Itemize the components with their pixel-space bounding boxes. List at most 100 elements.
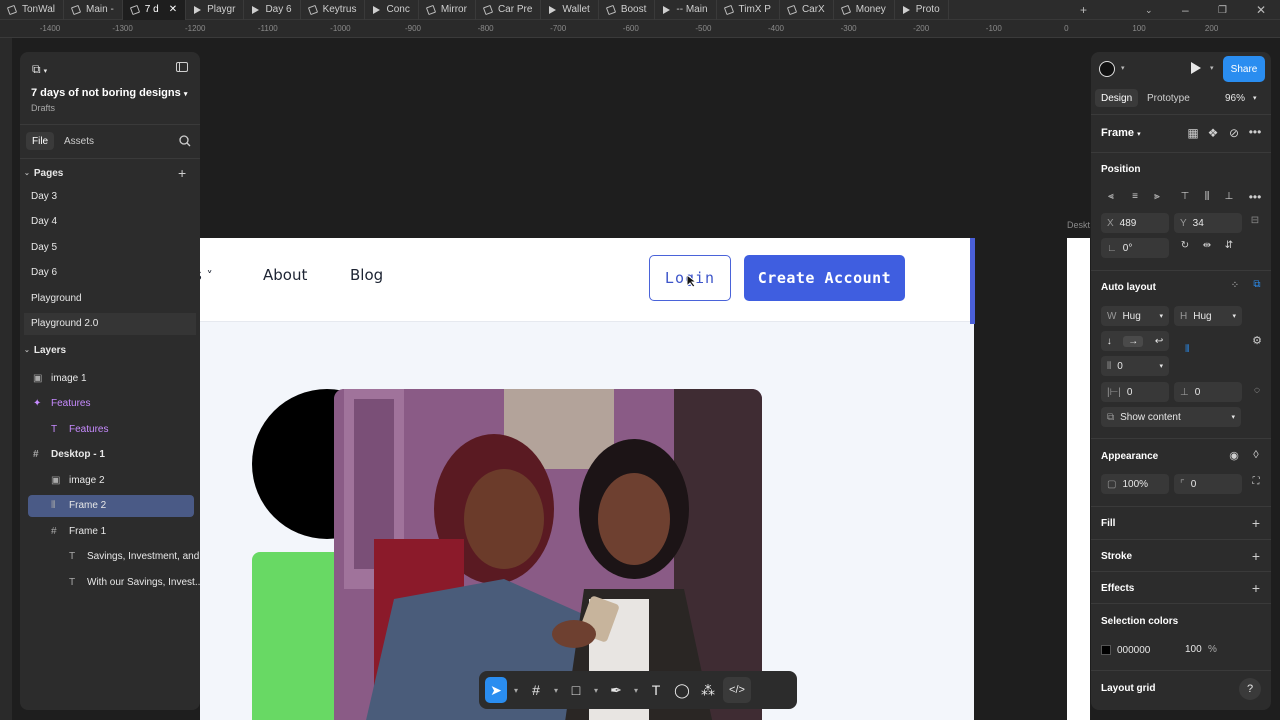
page-item[interactable]: Playground 2.0 — [24, 312, 196, 335]
opacity-field[interactable]: ▢ 100% — [1101, 474, 1169, 494]
help-button[interactable]: ? — [1239, 678, 1261, 700]
resources-tool-button[interactable]: ⁂ — [697, 677, 719, 703]
chevron-down-icon[interactable]: ▾ — [1210, 64, 1214, 72]
browser-tab[interactable]: -- Main — [655, 0, 717, 20]
align-left-icon[interactable]: ⫷ — [1103, 191, 1119, 202]
add-fill-icon[interactable]: + — [1248, 515, 1264, 531]
share-button[interactable]: Share — [1223, 56, 1265, 82]
page-item[interactable]: Playground — [20, 287, 200, 309]
present-play-icon[interactable] — [1191, 62, 1201, 74]
browser-tab[interactable]: Money — [834, 0, 895, 20]
more-icon[interactable]: ••• — [1247, 125, 1263, 139]
avatar[interactable] — [1099, 61, 1115, 77]
component-icon[interactable]: ❖ — [1205, 126, 1221, 140]
page-item[interactable]: Day 6 — [20, 262, 200, 284]
add-stroke-icon[interactable]: + — [1248, 548, 1264, 564]
eye-icon[interactable]: ◉ — [1226, 449, 1242, 462]
page-item[interactable]: Day 5 — [20, 236, 200, 258]
arrow-down-icon[interactable]: ↓ — [1107, 336, 1112, 347]
chevron-down-icon[interactable]: ▾ — [591, 677, 601, 703]
browser-tab[interactable]: TimX P — [717, 0, 780, 20]
browser-tab[interactable]: Keytrus — [301, 0, 366, 20]
padding-vertical-field[interactable]: ⊥ 0 — [1174, 382, 1242, 402]
chevron-down-icon[interactable]: ⌄ — [1145, 0, 1153, 20]
link-icon[interactable]: ⊘ — [1226, 126, 1242, 140]
dev-mode-button[interactable]: </> — [723, 677, 751, 703]
layer-item[interactable]: # Frame 1 — [20, 520, 200, 542]
align-top-icon[interactable]: ⊤ — [1177, 191, 1193, 202]
layer-item[interactable]: ⦀ Frame 2 — [28, 494, 194, 517]
add-effect-icon[interactable]: + — [1248, 580, 1264, 596]
main-menu-button[interactable]: ⧉ ▾ — [32, 62, 47, 77]
flip-vertical-icon[interactable]: ⇵ — [1221, 240, 1237, 251]
rotate-icon[interactable]: ↻ — [1177, 240, 1193, 251]
layer-item[interactable]: ▣ image 1 — [20, 367, 200, 389]
blend-mode-icon[interactable]: ◊ — [1248, 449, 1264, 461]
grid-icon[interactable]: ▦ — [1185, 126, 1201, 140]
padding-horizontal-field[interactable]: |⊢| 0 — [1101, 382, 1169, 402]
advanced-layout-icon[interactable]: ⚙ — [1249, 334, 1265, 347]
layer-item[interactable]: T Features — [20, 418, 200, 440]
arrow-right-icon[interactable]: → — [1123, 335, 1144, 347]
align-center-h-icon[interactable]: ≡ — [1127, 191, 1143, 202]
browser-tab[interactable]: Mirror — [419, 0, 476, 20]
constraints-icon[interactable]: ⊟ — [1247, 215, 1263, 226]
close-window-icon[interactable]: ✕ — [1256, 0, 1266, 20]
direction-segmented[interactable]: ↓ → ↩ — [1101, 331, 1169, 351]
chevron-down-icon[interactable]: ▾ — [631, 677, 641, 703]
browser-tab[interactable]: 7 d ✕ — [122, 0, 187, 20]
layer-item[interactable]: # Desktop - 1 — [20, 444, 200, 466]
more-icon[interactable]: ••• — [1247, 190, 1263, 204]
close-tab-icon[interactable]: ✕ — [169, 4, 177, 15]
layer-item[interactable]: T With our Savings, Invest... — [20, 571, 200, 593]
autolayout-toggle-icon[interactable]: ⧉ — [1249, 279, 1265, 290]
toggle-sidebar-icon[interactable] — [176, 62, 188, 72]
selection-color-row[interactable]: 000000 — [1101, 640, 1221, 660]
create-account-button[interactable]: Create Account — [744, 255, 905, 301]
layers-section-header[interactable]: ⌄ Layers — [20, 339, 200, 361]
tab-prototype[interactable]: Prototype — [1147, 89, 1190, 107]
align-right-icon[interactable]: ⫸ — [1149, 191, 1165, 202]
individual-padding-icon[interactable]: ◌ — [1249, 385, 1265, 396]
desktop-frame[interactable]: s ˅ About Blog Login Create Account — [194, 238, 975, 720]
chevron-down-icon[interactable]: ▾ — [511, 677, 521, 703]
height-field[interactable]: H Hug ▾ — [1174, 306, 1242, 326]
frame-tool-button[interactable]: # — [525, 677, 547, 703]
page-item[interactable]: Day 4 — [20, 211, 200, 233]
browser-tab[interactable]: Proto — [895, 0, 949, 20]
width-field[interactable]: W Hug ▾ — [1101, 306, 1169, 326]
color-swatch[interactable] — [1101, 645, 1111, 655]
pen-tool-button[interactable]: ✒ — [605, 677, 627, 703]
shape-tool-button[interactable]: □ — [565, 677, 587, 703]
nav-about[interactable]: About — [263, 266, 307, 284]
show-content-dropdown[interactable]: ⧉ Show content ▾ — [1101, 407, 1241, 427]
browser-tab[interactable]: CarX — [780, 0, 834, 20]
layer-item[interactable]: ✦ Features — [20, 393, 200, 415]
file-title[interactable]: 7 days of not boring designs ▾ — [31, 87, 187, 99]
layer-item[interactable]: ▣ image 2 — [20, 469, 200, 491]
tab-design[interactable]: Design — [1095, 89, 1139, 107]
alignment-grid[interactable]: ⦀ — [1183, 338, 1233, 378]
pages-section-header[interactable]: ⌄ Pages — [20, 162, 200, 184]
browser-tab[interactable]: Main - — [64, 0, 123, 20]
search-icon[interactable] — [179, 135, 191, 147]
y-field[interactable]: Y 34 — [1174, 213, 1242, 233]
flip-horizontal-icon[interactable]: ⇹ — [1199, 240, 1215, 251]
wrap-icon[interactable]: ↩ — [1155, 336, 1163, 347]
tab-file[interactable]: File — [26, 132, 55, 150]
page-item[interactable]: Day 3 — [20, 185, 200, 207]
move-tool-button[interactable]: ➤ — [485, 677, 507, 703]
gap-field[interactable]: ⫴ 0 ▾ — [1101, 356, 1169, 376]
adjacent-frame[interactable] — [1067, 238, 1090, 720]
site-navbar[interactable]: s ˅ About Blog Login Create Account — [194, 238, 974, 322]
comment-tool-button[interactable]: ◯ — [671, 677, 693, 703]
browser-tab[interactable]: TonWal — [0, 0, 64, 20]
browser-tab[interactable]: Wallet — [541, 0, 599, 20]
rotation-field[interactable]: ∟ 0° — [1101, 238, 1169, 258]
text-tool-button[interactable]: T — [645, 677, 667, 703]
add-page-icon[interactable]: + — [178, 165, 186, 181]
maximize-icon[interactable]: ❐ — [1218, 0, 1227, 20]
nav-blog[interactable]: Blog — [350, 266, 383, 284]
tab-assets[interactable]: Assets — [64, 132, 94, 150]
align-bottom-icon[interactable]: ⊥ — [1221, 191, 1237, 202]
